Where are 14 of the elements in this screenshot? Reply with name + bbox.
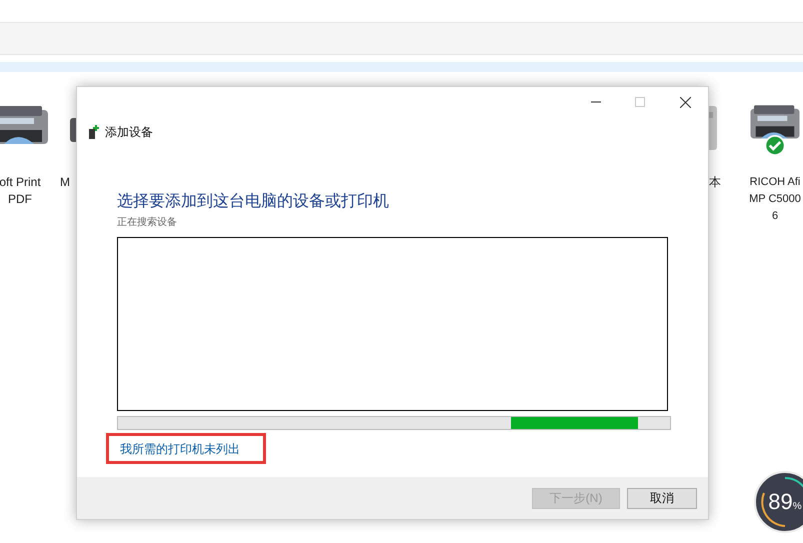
device-name: 本: [709, 174, 721, 191]
dialog-heading: 选择要添加到这台电脑的设备或打印机: [117, 192, 390, 212]
printer-not-listed-link[interactable]: 我所需的打印机未列出: [120, 440, 240, 458]
device-name: M: [60, 174, 70, 191]
device-name: 6: [772, 209, 778, 224]
cancel-button[interactable]: 取消: [627, 488, 697, 508]
gauge-reading: 89: [768, 490, 793, 512]
gauge-unit: %: [792, 500, 802, 514]
device-name: oft Print: [0, 174, 41, 191]
dialog-title: 添加设备: [105, 124, 153, 141]
device-name: RICOH Afi: [750, 175, 800, 190]
device-name: MP C5000: [749, 192, 801, 207]
search-status: 正在搜索设备: [117, 216, 178, 230]
device-name: PDF: [8, 191, 32, 208]
